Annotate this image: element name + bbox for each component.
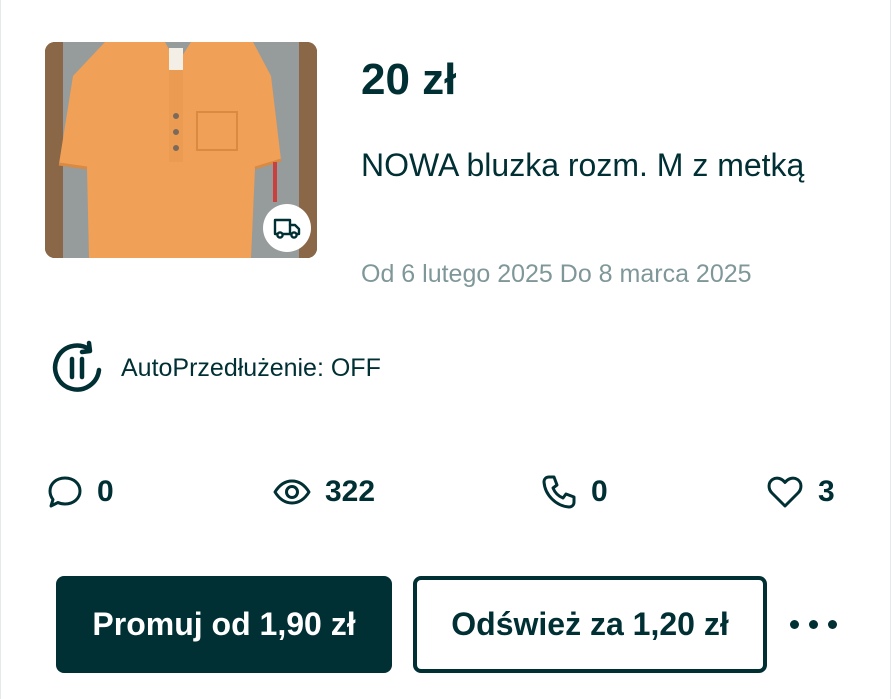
more-options-button[interactable]	[781, 600, 845, 648]
listing-title[interactable]: NOWA bluzka rozm. M z metką	[361, 140, 831, 190]
calls-count: 0	[591, 475, 608, 508]
listing-card: 20 zł NOWA bluzka rozm. M z metką Od 6 l…	[0, 0, 891, 699]
refresh-button[interactable]: Odśwież za 1,20 zł	[413, 576, 767, 673]
views-stat: 322	[273, 470, 375, 514]
delivery-badge	[263, 204, 311, 252]
auto-extension-label: AutoPrzedłużenie: OFF	[121, 354, 381, 382]
pause-cycle-icon	[52, 340, 102, 392]
heart-icon	[767, 476, 803, 508]
calls-stat[interactable]: 0	[541, 470, 608, 514]
delivery-truck-icon	[273, 218, 301, 239]
favorites-count: 3	[818, 475, 835, 508]
listing-image[interactable]	[45, 42, 317, 258]
promote-button[interactable]: Promuj od 1,90 zł	[56, 576, 392, 673]
chat-bubble-icon	[48, 476, 82, 508]
messages-count: 0	[97, 475, 114, 508]
favorites-stat[interactable]: 3	[766, 470, 835, 514]
phone-icon	[542, 475, 576, 509]
listing-dates: Od 6 lutego 2025 Do 8 marca 2025	[361, 260, 752, 288]
auto-extension-status[interactable]: AutoPrzedłużenie: OFF	[49, 340, 381, 396]
eye-icon	[273, 479, 311, 505]
listing-price: 20 zł	[361, 55, 457, 104]
messages-stat[interactable]: 0	[47, 470, 114, 514]
views-count: 322	[325, 475, 376, 508]
more-dots-icon	[785, 619, 842, 629]
